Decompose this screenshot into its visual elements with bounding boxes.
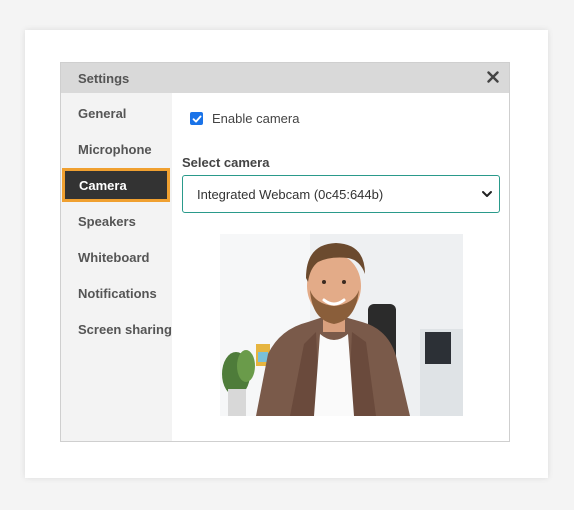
- camera-select[interactable]: Integrated Webcam (0c45:644b): [182, 175, 500, 213]
- enable-camera-label: Enable camera: [212, 111, 300, 126]
- camera-preview: [220, 234, 463, 416]
- camera-settings-panel: Enable camera Select camera Integrated W…: [172, 93, 509, 441]
- close-icon[interactable]: [485, 69, 501, 85]
- camera-select-value: Integrated Webcam (0c45:644b): [197, 186, 384, 202]
- dialog-title: Settings: [78, 71, 130, 86]
- sidebar-item-whiteboard[interactable]: Whiteboard: [61, 240, 172, 274]
- dialog-titlebar: Settings: [61, 63, 509, 93]
- sidebar-item-microphone[interactable]: Microphone: [61, 132, 172, 166]
- sidebar-item-general[interactable]: General: [61, 96, 172, 130]
- settings-sidebar: General Microphone Camera Speakers White…: [61, 93, 172, 441]
- sidebar-item-speakers[interactable]: Speakers: [61, 204, 172, 238]
- checkmark-icon: [192, 115, 201, 122]
- sidebar-item-notifications[interactable]: Notifications: [61, 276, 172, 310]
- enable-camera-row: Enable camera: [190, 111, 299, 126]
- enable-camera-checkbox[interactable]: [190, 112, 203, 125]
- sidebar-item-camera[interactable]: Camera: [62, 168, 170, 202]
- camera-preview-image: [220, 234, 463, 416]
- select-camera-label: Select camera: [182, 155, 270, 170]
- settings-dialog: Settings General Microphone Camera Speak…: [60, 62, 510, 442]
- chevron-down-icon: [481, 188, 493, 203]
- sidebar-item-screen-sharing[interactable]: Screen sharing: [61, 312, 172, 346]
